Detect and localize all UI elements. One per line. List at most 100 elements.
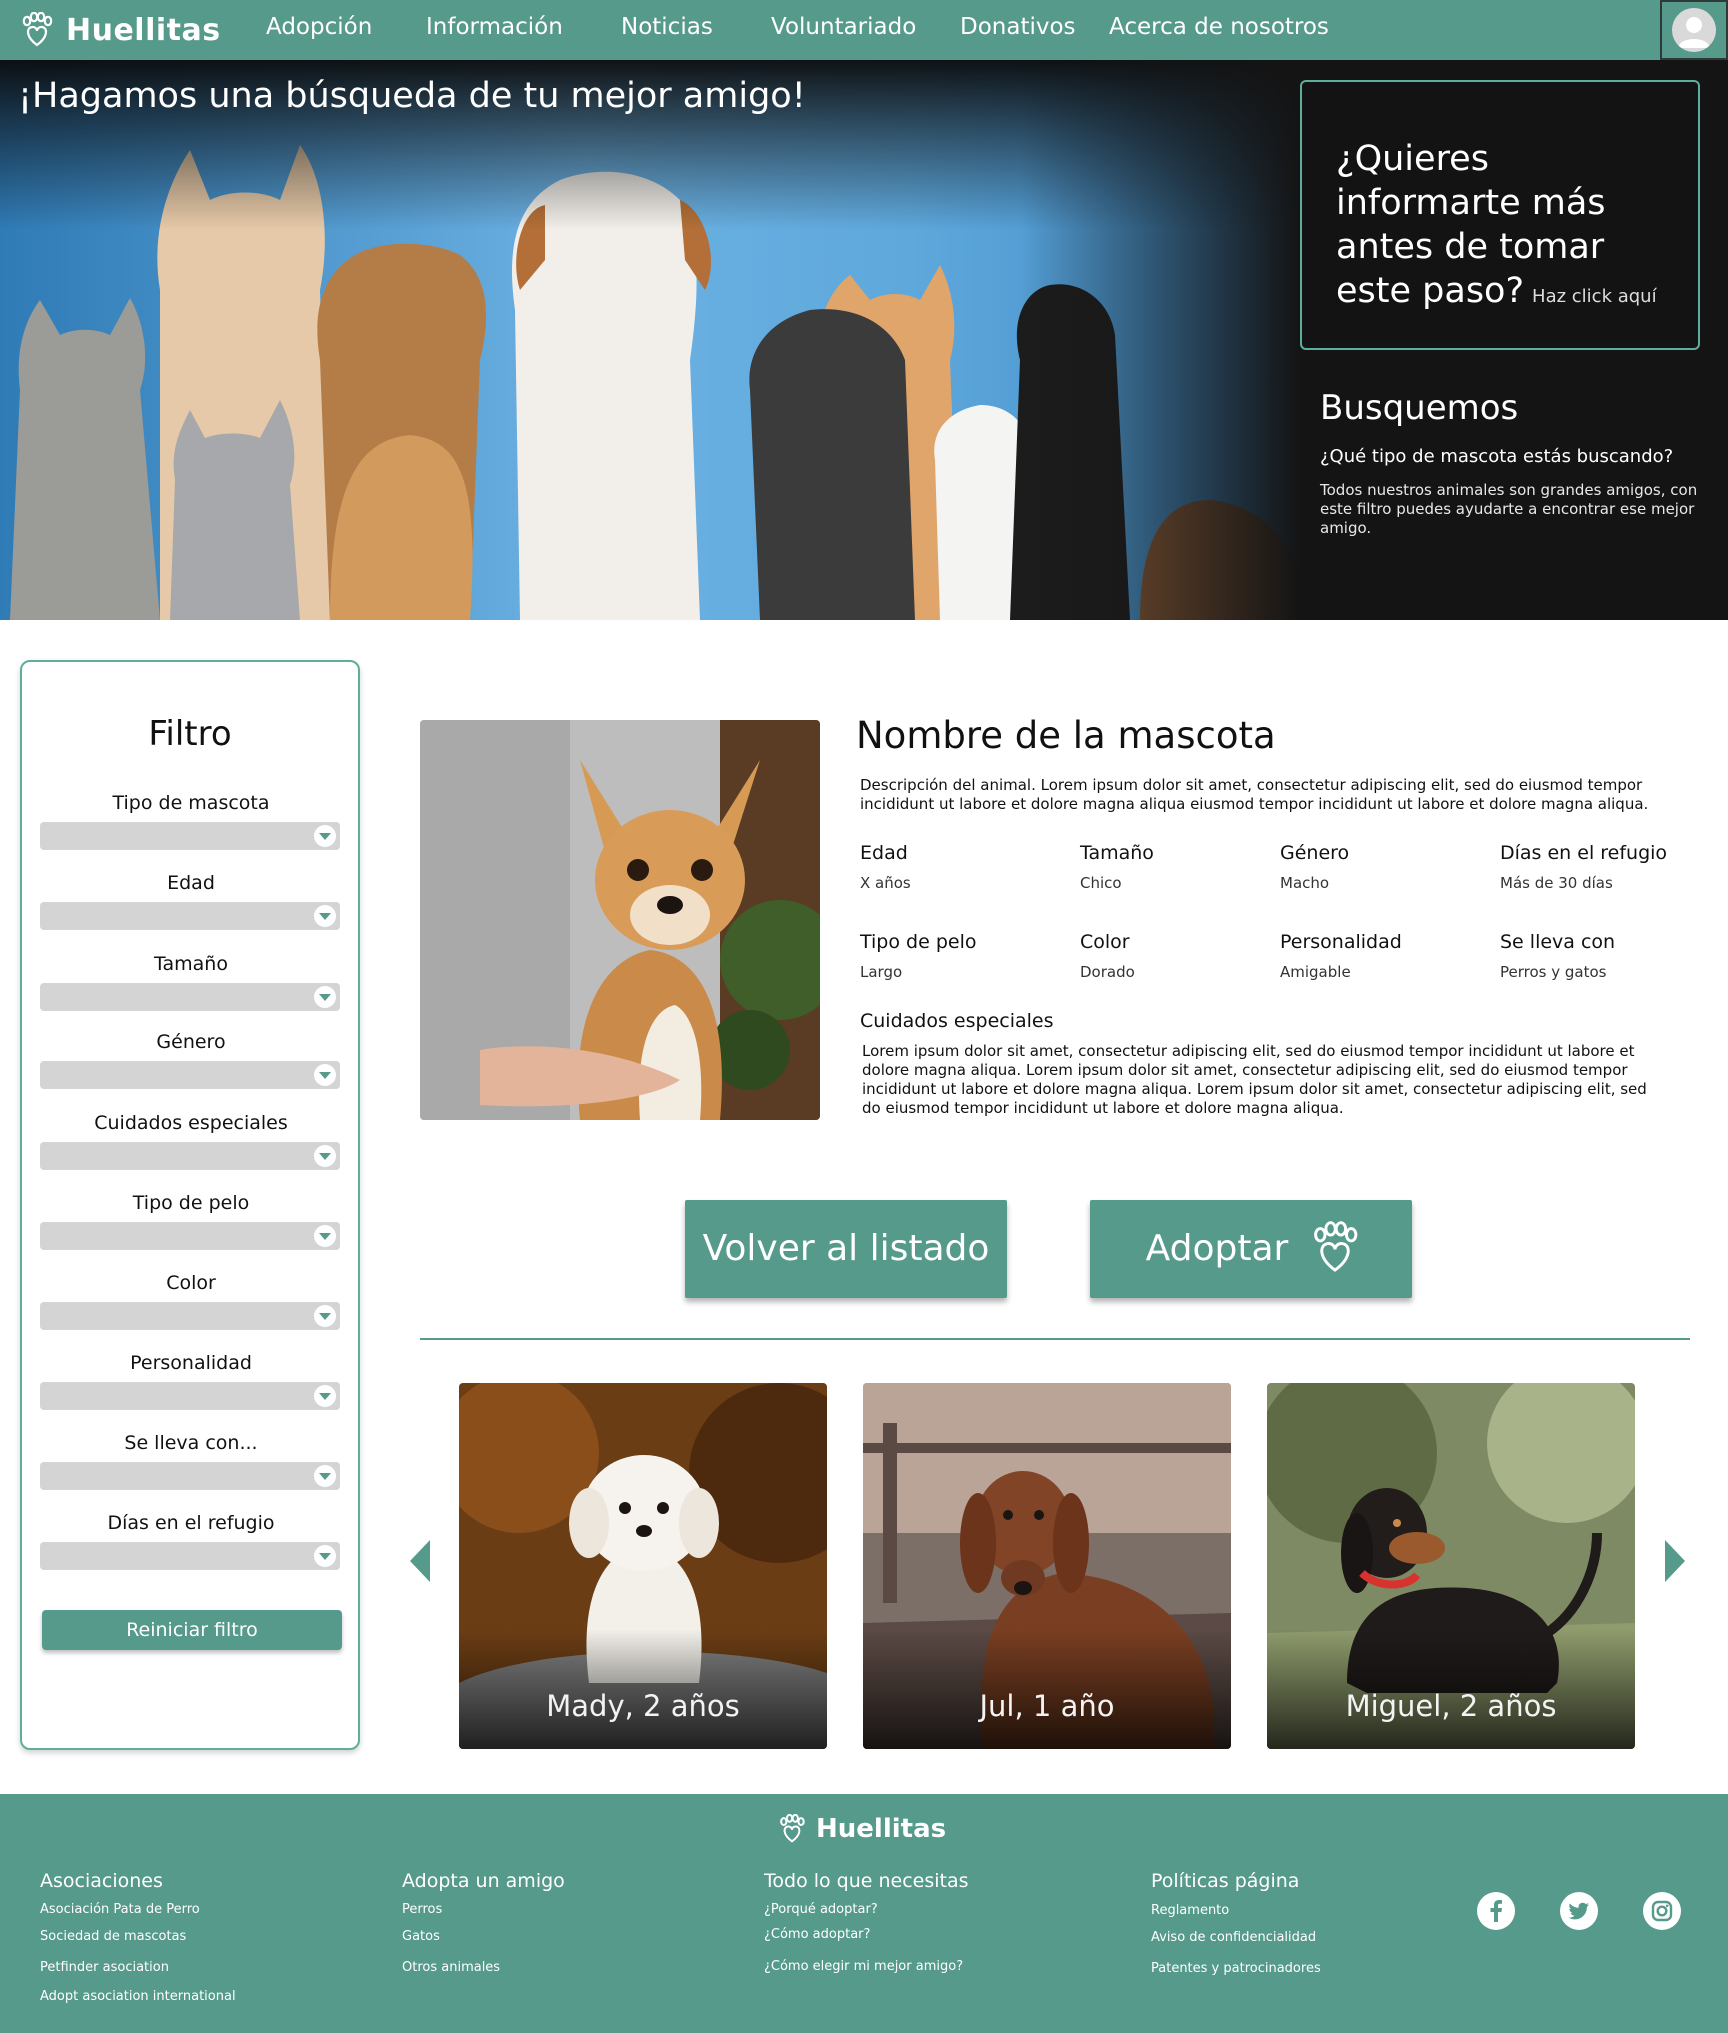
pet-card-caption: Jul, 1 año: [979, 1689, 1115, 1723]
footer-brand: Huellitas: [816, 1814, 947, 1844]
instagram-icon[interactable]: [1643, 1892, 1681, 1930]
footer-link[interactable]: Asociación Pata de Perro: [40, 1902, 200, 1917]
instagram-glyph: [1651, 1900, 1673, 1922]
twitter-icon[interactable]: [1560, 1892, 1598, 1930]
hero-pets-image: [0, 60, 1300, 620]
filter-label: Tipo de mascota: [112, 792, 270, 814]
adopt-label: Adoptar: [1145, 1228, 1289, 1269]
filter-select[interactable]: [40, 1222, 340, 1250]
chevron-down-icon[interactable]: [314, 1465, 336, 1487]
footer-logo[interactable]: Huellitas: [778, 1814, 946, 1844]
footer-link[interactable]: Perros: [402, 1902, 442, 1917]
footer-link[interactable]: Reglamento: [1151, 1903, 1229, 1918]
attr-key: Personalidad: [1280, 931, 1402, 953]
pet-card-caption: Miguel, 2 años: [1345, 1689, 1557, 1723]
chevron-down-icon[interactable]: [314, 825, 336, 847]
pet-card[interactable]: Mady, 2 años: [459, 1383, 827, 1749]
footer-link[interactable]: Otros animales: [402, 1960, 500, 1975]
filter-select[interactable]: [40, 1302, 340, 1330]
top-navbar: Huellitas Adopción Información Noticias …: [0, 0, 1728, 60]
footer: Huellitas Asociaciones Asociación Pata d…: [0, 1794, 1728, 2033]
chevron-down-icon[interactable]: [314, 986, 336, 1008]
facebook-glyph: [1490, 1900, 1502, 1922]
avatar[interactable]: [1672, 8, 1716, 52]
filter-label: Género: [156, 1031, 226, 1053]
nav-item-donativos[interactable]: Donativos: [960, 14, 1076, 40]
filter-label: Días en el refugio: [107, 1512, 275, 1534]
filter-select[interactable]: [40, 1382, 340, 1410]
attr-value: Macho: [1280, 874, 1330, 892]
footer-col-politicas: Políticas página Reglamento Aviso de con…: [1151, 1870, 1491, 1976]
filter-edad: Edad: [40, 872, 342, 930]
footer-col-title: Políticas página: [1151, 1870, 1300, 1892]
carousel-next-icon[interactable]: [1665, 1540, 1685, 1582]
chevron-down-icon[interactable]: [314, 1545, 336, 1567]
info-callout-box[interactable]: ¿Quieres informarte más antes de tomar e…: [1300, 80, 1700, 350]
chevron-down-icon[interactable]: [314, 1385, 336, 1407]
footer-link[interactable]: Gatos: [402, 1929, 440, 1944]
special-care-text: Lorem ipsum dolor sit amet, consectetur …: [862, 1042, 1647, 1117]
chevron-down-icon[interactable]: [314, 1064, 336, 1086]
special-care-title: Cuidados especiales: [860, 1010, 1054, 1032]
hero-search-intro: Busquemos ¿Qué tipo de mascota estás bus…: [1320, 388, 1700, 538]
footer-col-title: Todo lo que necesitas: [764, 1870, 969, 1892]
facebook-icon[interactable]: [1477, 1892, 1515, 1930]
footer-col-adopta: Adopta un amigo Perros Gatos Otros anima…: [402, 1870, 742, 1975]
nav-item-informacion[interactable]: Información: [426, 14, 563, 40]
chevron-down-icon[interactable]: [314, 1225, 336, 1247]
attr-value: Perros y gatos: [1500, 963, 1607, 981]
filter-select[interactable]: [40, 902, 340, 930]
filter-select[interactable]: [40, 1142, 340, 1170]
chevron-down-icon[interactable]: [314, 905, 336, 927]
user-icon: [1678, 17, 1710, 48]
footer-link[interactable]: Adopt asociation international: [40, 1989, 236, 2004]
hero-headline: ¡Hagamos una búsqueda de tu mejor amigo!: [18, 76, 806, 116]
pet-card[interactable]: Jul, 1 año: [863, 1383, 1231, 1749]
filter-select[interactable]: [40, 1061, 340, 1089]
filter-title: Filtro: [148, 714, 232, 754]
chevron-down-icon[interactable]: [314, 1145, 336, 1167]
brand-logo[interactable]: Huellitas: [20, 12, 221, 48]
footer-link[interactable]: ¿Cómo elegir mi mejor amigo?: [764, 1959, 963, 1974]
filter-cuidados: Cuidados especiales: [40, 1112, 342, 1170]
filter-tamano: Tamaño: [40, 953, 342, 1011]
nav-item-acerca[interactable]: Acerca de nosotros: [1109, 14, 1329, 40]
footer-link[interactable]: Aviso de confidencialidad: [1151, 1930, 1316, 1945]
info-question[interactable]: ¿Quieres informarte más antes de tomar e…: [1336, 137, 1668, 319]
pet-attr-personalidad: Personalidad Amigable: [1280, 931, 1500, 981]
pet-card[interactable]: Miguel, 2 años: [1267, 1383, 1635, 1749]
filter-select[interactable]: [40, 822, 340, 850]
filter-select[interactable]: [40, 983, 340, 1011]
pet-photo: [420, 720, 820, 1120]
filter-label: Edad: [167, 872, 215, 894]
footer-link[interactable]: Petfinder asociation: [40, 1960, 169, 1975]
pet-attr-tipo-pelo: Tipo de pelo Largo: [860, 931, 1080, 981]
filter-color: Color: [40, 1272, 342, 1330]
adopt-button[interactable]: Adoptar: [1090, 1200, 1412, 1298]
chevron-down-icon[interactable]: [314, 1305, 336, 1327]
pet-attr-genero: Género Macho: [1280, 842, 1500, 892]
filter-genero: Género: [40, 1031, 342, 1089]
pet-attr-dias-refugio: Días en el refugio Más de 30 días: [1500, 842, 1720, 892]
carousel-prev-icon[interactable]: [410, 1540, 430, 1582]
footer-col-title: Adopta un amigo: [402, 1870, 565, 1892]
reset-filter-button[interactable]: Reiniciar filtro: [42, 1610, 342, 1650]
attr-value: Más de 30 días: [1500, 874, 1613, 892]
footer-link[interactable]: ¿Cómo adoptar?: [764, 1927, 870, 1942]
attr-value: Largo: [860, 963, 903, 981]
pet-attr-color: Color Dorado: [1080, 931, 1300, 981]
footer-link[interactable]: Sociedad de mascotas: [40, 1929, 186, 1944]
back-to-list-button[interactable]: Volver al listado: [685, 1200, 1007, 1298]
filter-select[interactable]: [40, 1462, 340, 1490]
footer-link[interactable]: Patentes y patrocinadores: [1151, 1961, 1321, 1976]
filter-label: Se lleva con...: [124, 1432, 258, 1454]
filter-tipo-pelo: Tipo de pelo: [40, 1192, 342, 1250]
info-link[interactable]: Haz click aquí: [1532, 286, 1657, 307]
nav-item-voluntariado[interactable]: Voluntariado: [771, 14, 916, 40]
filter-label: Tamaño: [154, 953, 228, 975]
filter-select[interactable]: [40, 1542, 340, 1570]
user-menu[interactable]: [1660, 0, 1728, 60]
nav-item-noticias[interactable]: Noticias: [621, 14, 713, 40]
nav-item-adopcion[interactable]: Adopción: [266, 14, 372, 40]
footer-link[interactable]: ¿Porqué adoptar?: [764, 1902, 878, 1917]
